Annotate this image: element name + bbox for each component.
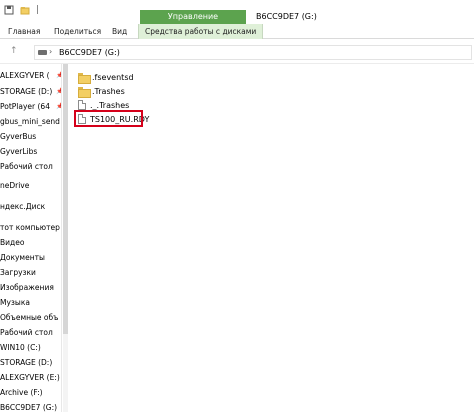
nav-item[interactable]: GyverBus: [0, 131, 36, 143]
tab-drive-tools[interactable]: Средства работы с дисками: [138, 24, 264, 39]
nav-item[interactable]: ALEXGYVER (: [0, 70, 50, 82]
window-title: B6CC9DE7 (G:): [256, 12, 317, 21]
folder-icon: [78, 86, 91, 98]
tab-share[interactable]: Поделиться: [54, 27, 101, 36]
file-name: ._.Trashes: [90, 100, 130, 110]
nav-item[interactable]: тот компьютер: [0, 222, 60, 234]
nav-item-label: STORAGE (D:): [0, 358, 53, 367]
drive-icon: [38, 50, 47, 55]
file-name: .Trashes: [92, 86, 125, 96]
nav-item[interactable]: Объемные объ: [0, 312, 58, 324]
nav-item-label: GyverBus: [0, 132, 37, 141]
title-bar: | Управление B6CC9DE7 (G:): [0, 0, 474, 24]
nav-item[interactable]: STORAGE (D:): [0, 357, 52, 369]
nav-item-label: ALEXGYVER (E:): [0, 373, 60, 382]
up-arrow-icon[interactable]: ↑: [10, 46, 18, 56]
nav-item[interactable]: Загрузки: [0, 267, 36, 279]
nav-item[interactable]: ALEXGYVER (E:): [0, 372, 60, 384]
file-name: .fseventsd: [92, 72, 134, 82]
file-icon: [78, 100, 86, 110]
ribbon-tabs: Главная Поделиться Вид Средства работы с…: [0, 24, 474, 39]
tab-manage[interactable]: Управление: [140, 10, 246, 24]
nav-item[interactable]: gbus_mini_send: [0, 116, 60, 128]
nav-item[interactable]: Видео: [0, 237, 24, 249]
nav-item[interactable]: B6CC9DE7 (G:): [0, 402, 57, 412]
nav-item-label: Объемные объ: [0, 313, 59, 322]
folder-icon: [78, 72, 91, 84]
nav-item[interactable]: ндекс.Диск: [0, 201, 45, 213]
nav-item-label: Видео: [0, 238, 25, 247]
nav-item[interactable]: Рабочий стол: [0, 327, 53, 339]
address-row: ↑ › B6CC9DE7 (G:): [0, 40, 474, 64]
tab-view[interactable]: Вид: [112, 27, 127, 36]
nav-item-label: Рабочий стол: [0, 162, 53, 171]
nav-item-label: Archive (F:): [0, 388, 43, 397]
chevron-right-icon[interactable]: ›: [49, 47, 52, 56]
nav-item[interactable]: GyverLibs: [0, 146, 37, 158]
nav-item-label: Загрузки: [0, 268, 36, 277]
nav-item-label: Музыка: [0, 298, 30, 307]
pin-icon[interactable]: 📌: [56, 103, 61, 110]
nav-item[interactable]: neDrive: [0, 180, 29, 192]
file-list: .fseventsd .Trashes ._.Trashes TS100_RU.…: [70, 64, 474, 412]
pin-icon[interactable]: 📌: [56, 72, 61, 79]
quick-access-toolbar: |: [4, 5, 39, 15]
highlight-box: [74, 110, 143, 127]
nav-item-label: ндекс.Диск: [0, 202, 46, 211]
list-item[interactable]: .Trashes: [78, 84, 125, 98]
nav-item-label: STORAGE (D:): [0, 87, 53, 96]
nav-item-label: GyverLibs: [0, 147, 38, 156]
new-folder-icon[interactable]: [20, 5, 30, 15]
nav-item[interactable]: Музыка: [0, 297, 30, 309]
nav-item-label: B6CC9DE7 (G:): [0, 403, 58, 412]
address-bar[interactable]: › B6CC9DE7 (G:): [34, 45, 472, 60]
nav-item[interactable]: Документы: [0, 252, 45, 264]
nav-item-label: тот компьютер: [0, 223, 60, 232]
nav-item[interactable]: Изображения: [0, 282, 54, 294]
nav-item[interactable]: WIN10 (C:): [0, 342, 41, 354]
address-path[interactable]: B6CC9DE7 (G:): [59, 48, 120, 57]
navigation-pane: ALEXGYVER ( 📌 STORAGE (D:) 📌 PotPlayer (…: [0, 64, 62, 412]
pin-icon[interactable]: 📌: [56, 88, 61, 95]
nav-item-label: neDrive: [0, 181, 30, 190]
nav-item-label: Изображения: [0, 283, 54, 292]
nav-scrollbar-thumb[interactable]: [63, 64, 68, 334]
nav-item[interactable]: STORAGE (D:): [0, 86, 52, 98]
tab-home[interactable]: Главная: [8, 27, 40, 36]
list-item[interactable]: .fseventsd: [78, 70, 134, 84]
nav-item[interactable]: Archive (F:): [0, 387, 43, 399]
nav-item-label: ALEXGYVER (: [0, 71, 50, 80]
nav-item-label: gbus_mini_send: [0, 117, 60, 126]
nav-item-label: WIN10 (C:): [0, 343, 41, 352]
toolbar-divider: |: [36, 5, 40, 15]
nav-item-label: Документы: [0, 253, 45, 262]
nav-item[interactable]: PotPlayer (64: [0, 101, 50, 113]
nav-item-label: PotPlayer (64: [0, 102, 50, 111]
nav-item[interactable]: Рабочий стол: [0, 161, 53, 173]
nav-item-label: Рабочий стол: [0, 328, 53, 337]
save-icon[interactable]: [4, 5, 14, 15]
nav-scrollbar[interactable]: [63, 64, 68, 412]
